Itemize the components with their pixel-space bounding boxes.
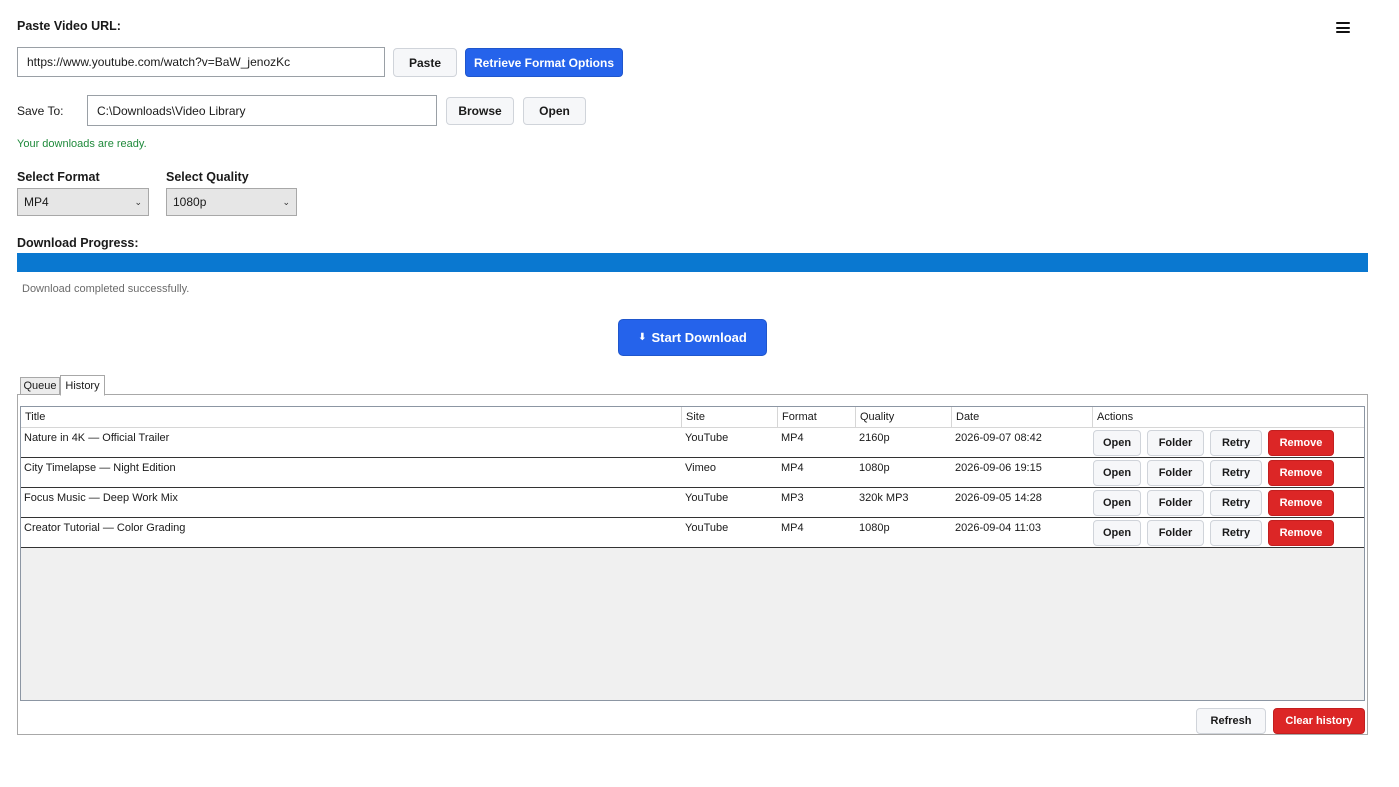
quality-select[interactable]: 1080p ⌄ xyxy=(166,188,297,216)
format-select[interactable]: MP4 ⌄ xyxy=(17,188,149,216)
url-input[interactable]: https://www.youtube.com/watch?v=BaW_jeno… xyxy=(17,47,385,77)
row-retry-button[interactable]: Retry xyxy=(1210,429,1262,456)
row-folder-button[interactable]: Folder xyxy=(1147,519,1204,546)
format-value: MP4 xyxy=(24,195,49,209)
row-format: MP4 xyxy=(781,462,804,474)
row-quality: 1080p xyxy=(859,522,890,534)
row-folder-button[interactable]: Folder xyxy=(1147,429,1204,456)
paste-button[interactable]: Paste xyxy=(393,48,457,77)
row-format: MP3 xyxy=(781,492,804,504)
format-label: Select Format xyxy=(17,170,100,184)
row-remove-button[interactable]: Remove xyxy=(1268,459,1334,486)
row-retry-button[interactable]: Retry xyxy=(1210,519,1262,546)
row-open-button[interactable]: Open xyxy=(1093,429,1141,456)
column-header-format[interactable]: Format xyxy=(778,407,856,427)
row-open-button[interactable]: Open xyxy=(1093,489,1141,516)
row-retry-button[interactable]: Retry xyxy=(1210,459,1262,486)
row-open-button[interactable]: Open xyxy=(1093,519,1141,546)
table-row[interactable]: Nature in 4K — Official Trailer YouTube … xyxy=(21,428,1364,458)
table-header: Title Site Format Quality Date Actions xyxy=(21,407,1364,428)
start-download-button[interactable]: ⬇ Start Download xyxy=(618,319,767,356)
save-status-text: Your downloads are ready. xyxy=(17,138,147,150)
row-date: 2026-09-06 19:15 xyxy=(955,462,1042,474)
row-actions: Open Folder Retry Remove xyxy=(1093,458,1364,487)
progress-status-text: Download completed successfully. xyxy=(22,283,190,295)
chevron-down-icon: ⌄ xyxy=(282,196,290,207)
start-download-label: Start Download xyxy=(651,330,747,345)
progress-label: Download Progress: xyxy=(17,236,139,250)
row-site: YouTube xyxy=(685,492,729,504)
row-site: Vimeo xyxy=(685,462,716,474)
row-format: MP4 xyxy=(781,522,804,534)
column-header-site[interactable]: Site xyxy=(682,407,778,427)
row-date: 2026-09-07 08:42 xyxy=(955,432,1042,444)
download-progress-bar xyxy=(17,253,1368,272)
url-label: Paste Video URL: xyxy=(17,19,121,33)
row-open-button[interactable]: Open xyxy=(1093,459,1141,486)
row-title: City Timelapse — Night Edition xyxy=(24,462,176,474)
row-title: Nature in 4K — Official Trailer xyxy=(24,432,170,444)
retrieve-format-options-button[interactable]: Retrieve Format Options xyxy=(465,48,623,77)
row-format: MP4 xyxy=(781,432,804,444)
row-quality: 2160p xyxy=(859,432,890,444)
tab-queue[interactable]: Queue xyxy=(20,377,60,395)
row-title: Focus Music — Deep Work Mix xyxy=(24,492,178,504)
quality-value: 1080p xyxy=(173,195,207,209)
row-actions: Open Folder Retry Remove xyxy=(1093,518,1364,547)
column-header-actions: Actions xyxy=(1097,411,1134,423)
row-date: 2026-09-04 11:03 xyxy=(955,522,1042,534)
quality-label: Select Quality xyxy=(166,170,249,184)
row-quality: 320k MP3 xyxy=(859,492,909,504)
history-table: Title Site Format Quality Date Actions N… xyxy=(20,406,1365,701)
table-row[interactable]: Creator Tutorial — Color Grading YouTube… xyxy=(21,518,1364,548)
row-folder-button[interactable]: Folder xyxy=(1147,489,1204,516)
save-path-input[interactable]: C:\Downloads\Video Library xyxy=(87,95,437,126)
row-site: YouTube xyxy=(685,522,729,534)
tab-history[interactable]: History xyxy=(60,375,105,396)
row-actions: Open Folder Retry Remove xyxy=(1093,428,1364,457)
row-quality: 1080p xyxy=(859,462,890,474)
row-remove-button[interactable]: Remove xyxy=(1268,489,1334,516)
clear-history-button[interactable]: Clear history xyxy=(1273,708,1365,734)
row-actions: Open Folder Retry Remove xyxy=(1093,488,1364,517)
chevron-down-icon: ⌄ xyxy=(134,196,142,207)
row-date: 2026-09-05 14:28 xyxy=(955,492,1042,504)
save-to-label: Save To: xyxy=(17,104,64,118)
table-row[interactable]: Focus Music — Deep Work Mix YouTube MP3 … xyxy=(21,488,1364,518)
row-folder-button[interactable]: Folder xyxy=(1147,459,1204,486)
row-retry-button[interactable]: Retry xyxy=(1210,489,1262,516)
column-header-date[interactable]: Date xyxy=(952,407,1093,427)
progress-fill xyxy=(17,253,1368,272)
browse-button[interactable]: Browse xyxy=(446,97,514,125)
download-arrow-icon: ⬇ xyxy=(638,332,647,343)
column-header-title[interactable]: Title xyxy=(21,407,682,427)
row-remove-button[interactable]: Remove xyxy=(1268,519,1334,546)
open-folder-button[interactable]: Open xyxy=(523,97,586,125)
row-site: YouTube xyxy=(685,432,729,444)
column-header-quality[interactable]: Quality xyxy=(856,407,952,427)
refresh-button[interactable]: Refresh xyxy=(1196,708,1266,734)
hamburger-menu-icon[interactable] xyxy=(1336,22,1350,33)
row-remove-button[interactable]: Remove xyxy=(1268,429,1334,456)
row-title: Creator Tutorial — Color Grading xyxy=(24,522,186,534)
table-row[interactable]: City Timelapse — Night Edition Vimeo MP4… xyxy=(21,458,1364,488)
